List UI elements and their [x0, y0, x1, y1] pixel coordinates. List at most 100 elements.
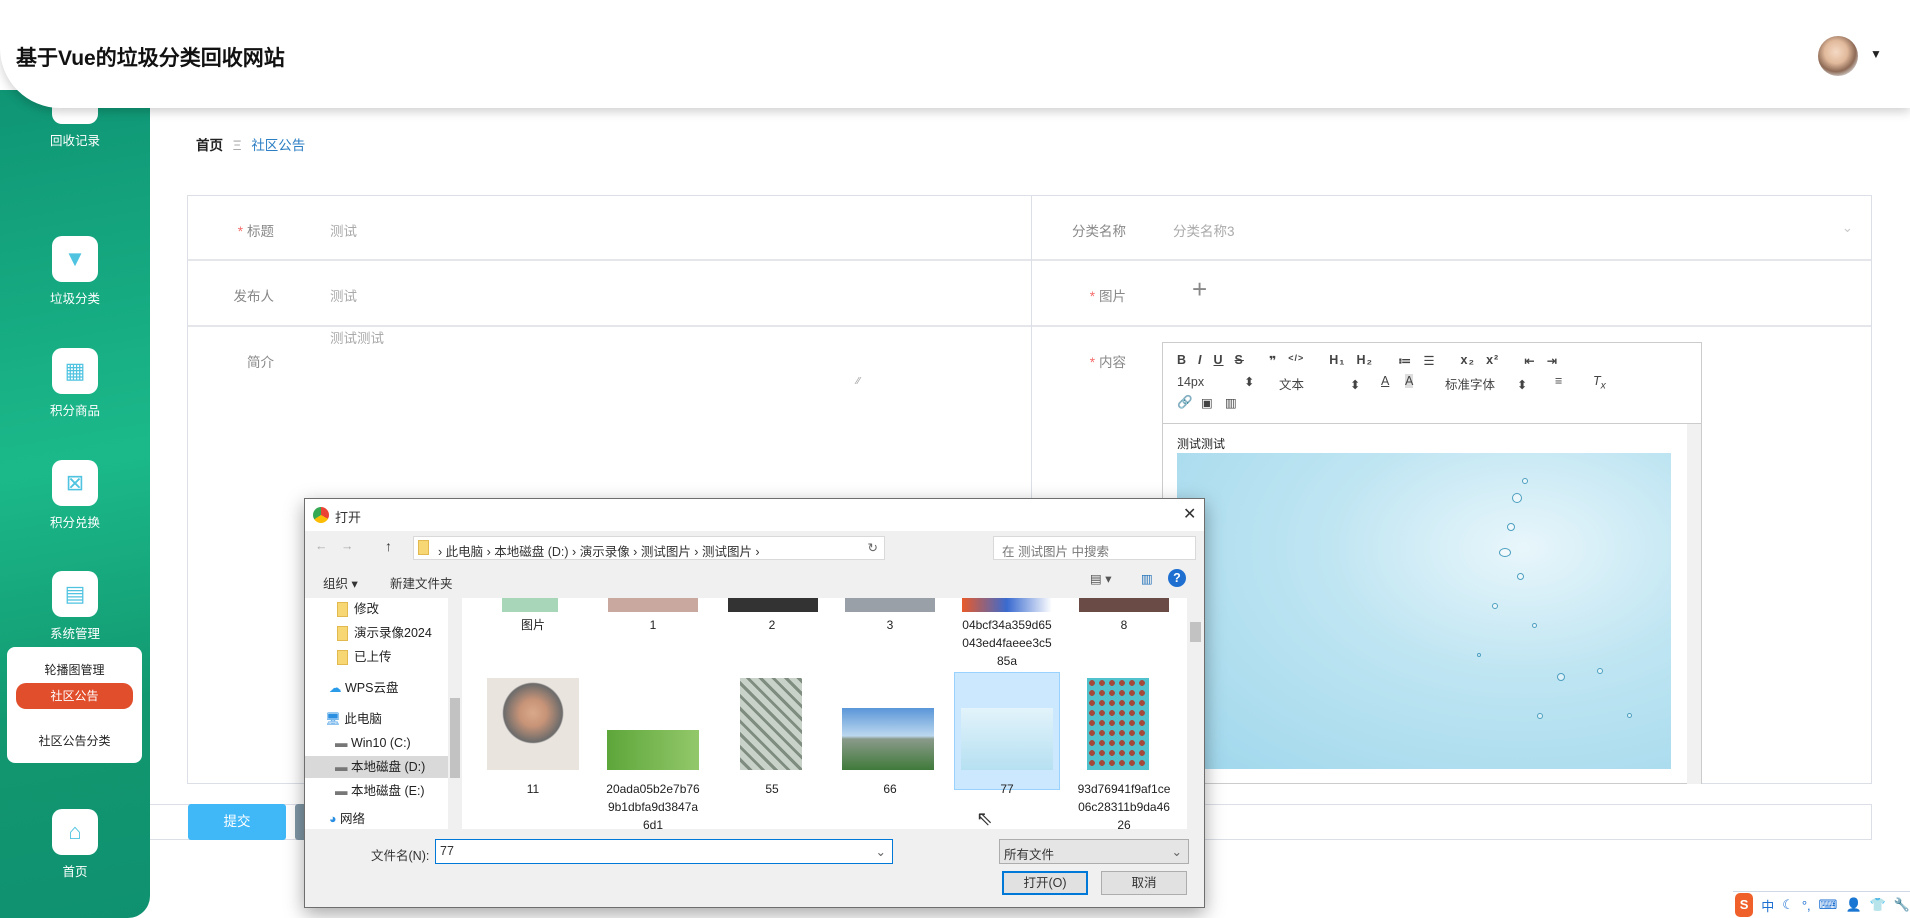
image-label: * 图片 — [1089, 289, 1126, 304]
submenu-item-carousel[interactable]: 轮播图管理 — [7, 661, 142, 678]
italic-button[interactable]: I — [1198, 353, 1202, 368]
category-select[interactable]: 分类名称3 ⌄ — [1173, 220, 1853, 240]
sidebar-item-label: 垃圾分类 — [49, 292, 100, 306]
file-item-selected[interactable]: 77 — [955, 780, 1059, 798]
file-item[interactable]: 2 — [720, 616, 824, 634]
thumbnail — [842, 708, 934, 770]
underline-button[interactable]: U — [1214, 353, 1224, 368]
intro-textarea[interactable]: 测试测试 ⁄⁄ — [330, 327, 860, 387]
open-file-dialog: 打开 ✕ ← → ↑ › 此电脑 › 本地磁盘 (D:) › 演示录像 › 测试… — [304, 498, 1205, 908]
font-family-select[interactable]: 标准字体 ⬍ — [1445, 374, 1528, 393]
file-item[interactable]: 3 — [838, 616, 942, 634]
video-icon[interactable]: ▥ — [1225, 395, 1237, 410]
strike-button[interactable]: S — [1235, 353, 1244, 368]
close-icon[interactable]: ✕ — [1183, 504, 1196, 524]
nav-item-drive-c[interactable]: ▬ Win10 (C:) — [305, 732, 448, 754]
sidebar-item-garbage-category[interactable]: ▼ 垃圾分类 — [0, 236, 150, 307]
subscript-button[interactable]: x₂ — [1461, 353, 1476, 368]
file-item[interactable]: 04bcf34a359d65043ed4faeee3c585a — [955, 616, 1059, 670]
nav-item-network[interactable]: ◕ 网络 — [305, 808, 448, 830]
filename-input[interactable]: 77 ⌄ — [435, 839, 893, 864]
file-item[interactable]: 93d76941f9af1ce06c28311b9da4626 — [1072, 780, 1176, 829]
ime-toolbar: S 中 ☾ °, ⌨ 👤 👕 🔧 — [1733, 891, 1910, 918]
file-item[interactable]: 8 — [1072, 616, 1176, 634]
cancel-dialog-button[interactable]: 取消 — [1101, 871, 1187, 895]
file-item[interactable]: 20ada05b2e7b769b1dbfa9d3847a6d1 — [601, 780, 705, 829]
search-input[interactable]: 在 测试图片 中搜索 — [993, 536, 1196, 560]
content-image — [1177, 453, 1671, 769]
nav-item[interactable]: 已上传 — [305, 646, 448, 668]
nav-item-this-pc[interactable]: 🖥 此电脑 — [305, 708, 448, 730]
help-icon[interactable]: ? — [1168, 569, 1186, 587]
forward-icon[interactable]: → — [341, 539, 354, 553]
nav-item-drive-d[interactable]: ▬ 本地磁盘 (D:) — [305, 756, 448, 778]
breadcrumb-home[interactable]: 首页 — [196, 138, 223, 153]
thumbnail — [1087, 678, 1149, 770]
preview-pane-icon[interactable]: ▥ — [1141, 571, 1153, 586]
editor-scrollbar[interactable] — [1687, 424, 1701, 784]
background-color-icon[interactable]: A — [1405, 374, 1414, 388]
grid-icon: ▦ — [52, 348, 98, 394]
sidebar-item-points-goods[interactable]: ▦ 积分商品 — [0, 348, 150, 419]
indent-button[interactable]: ⇥ — [1547, 353, 1558, 368]
rich-text-editor[interactable]: B I U S ❞ </> H₁ H₂ ≔ ☰ x₂ x² ⇤ ⇥ 14px ⬍ … — [1162, 342, 1702, 784]
clear-format-icon[interactable]: Tx — [1593, 374, 1606, 392]
back-icon[interactable]: ← — [315, 539, 328, 553]
sogou-icon[interactable]: S — [1735, 893, 1754, 917]
nav-item[interactable]: 演示录像2024 — [305, 622, 448, 644]
code-button[interactable]: </> — [1288, 353, 1304, 368]
user-icon: 👤 — [1845, 897, 1862, 912]
submenu-item-notice-category[interactable]: 社区公告分类 — [7, 732, 142, 749]
image-icon[interactable]: ▣ — [1201, 395, 1213, 410]
header-select[interactable]: 文本 ⬍ — [1279, 374, 1361, 393]
bullet-list-button[interactable]: ☰ — [1423, 353, 1435, 368]
file-item[interactable]: 11 — [481, 780, 585, 798]
h2-button[interactable]: H₂ — [1356, 353, 1373, 368]
ordered-list-button[interactable]: ≔ — [1398, 353, 1412, 368]
file-item[interactable]: 66 — [838, 780, 942, 798]
files-scrollbar[interactable] — [1187, 598, 1204, 829]
upload-plus-icon[interactable]: + — [1192, 274, 1207, 305]
up-icon[interactable]: ↑ — [385, 538, 392, 554]
font-size-select[interactable]: 14px ⬍ — [1177, 374, 1255, 389]
h1-button[interactable]: H₁ — [1329, 353, 1345, 368]
view-icon[interactable]: ▤ ▾ — [1090, 571, 1112, 586]
blockquote-button[interactable]: ❞ — [1269, 353, 1277, 368]
superscript-button[interactable]: x² — [1486, 353, 1499, 368]
sidebar-item-home[interactable]: ⌂ 首页 — [0, 809, 150, 880]
nav-item-wps[interactable]: ☁ WPS云盘 — [305, 677, 448, 699]
sidebar-item-system[interactable]: ▤ 系统管理 — [0, 571, 150, 642]
submenu-item-notice[interactable]: 社区公告 — [16, 683, 133, 709]
ime-mode[interactable]: 中 — [1761, 896, 1774, 915]
organize-button[interactable]: 组织 ▾ — [323, 573, 358, 592]
sidebar-item-points-exchange[interactable]: ⊠ 积分兑换 — [0, 460, 150, 531]
open-button[interactable]: 打开(O) — [1002, 871, 1088, 895]
punctuation-icon: °, — [1801, 897, 1811, 913]
publisher-input[interactable]: 测试 — [330, 285, 357, 305]
new-folder-button[interactable]: 新建文件夹 — [390, 573, 453, 592]
file-item[interactable]: 1 — [601, 616, 705, 634]
nav-scrollbar[interactable] — [448, 598, 462, 829]
file-item[interactable]: 图片 — [481, 616, 585, 634]
font-color-icon[interactable]: A — [1381, 374, 1389, 388]
nav-item[interactable]: 修改 — [305, 598, 448, 620]
submit-button[interactable]: 提交 — [188, 804, 286, 840]
editor-content-text: 测试测试 — [1177, 437, 1226, 451]
chevron-down-icon[interactable]: ▼ — [1870, 47, 1882, 61]
filetype-select[interactable]: 所有文件 ⌄ — [999, 839, 1189, 864]
bold-button[interactable]: B — [1177, 353, 1187, 368]
chevron-down-icon: ⌄ — [1841, 220, 1853, 235]
file-item[interactable]: 55 — [720, 780, 824, 798]
link-icon[interactable]: 🔗 — [1177, 395, 1193, 410]
avatar[interactable] — [1818, 36, 1858, 76]
dialog-titlebar: 打开 ✕ — [305, 499, 1204, 531]
title-input[interactable]: 测试 — [330, 220, 357, 240]
address-bar[interactable]: › 此电脑 › 本地磁盘 (D:) › 演示录像 › 测试图片 › 测试图片 ›… — [413, 536, 885, 560]
thumbnail — [487, 678, 579, 770]
outdent-button[interactable]: ⇤ — [1524, 353, 1535, 368]
drive-icon: ▬ — [335, 760, 351, 774]
nav-item-drive-e[interactable]: ▬ 本地磁盘 (E:) — [305, 780, 448, 802]
wrench-icon: 🔧 — [1893, 897, 1910, 912]
sidebar-item-label: 积分兑换 — [49, 516, 100, 530]
align-icon[interactable]: ≡ — [1555, 374, 1562, 388]
